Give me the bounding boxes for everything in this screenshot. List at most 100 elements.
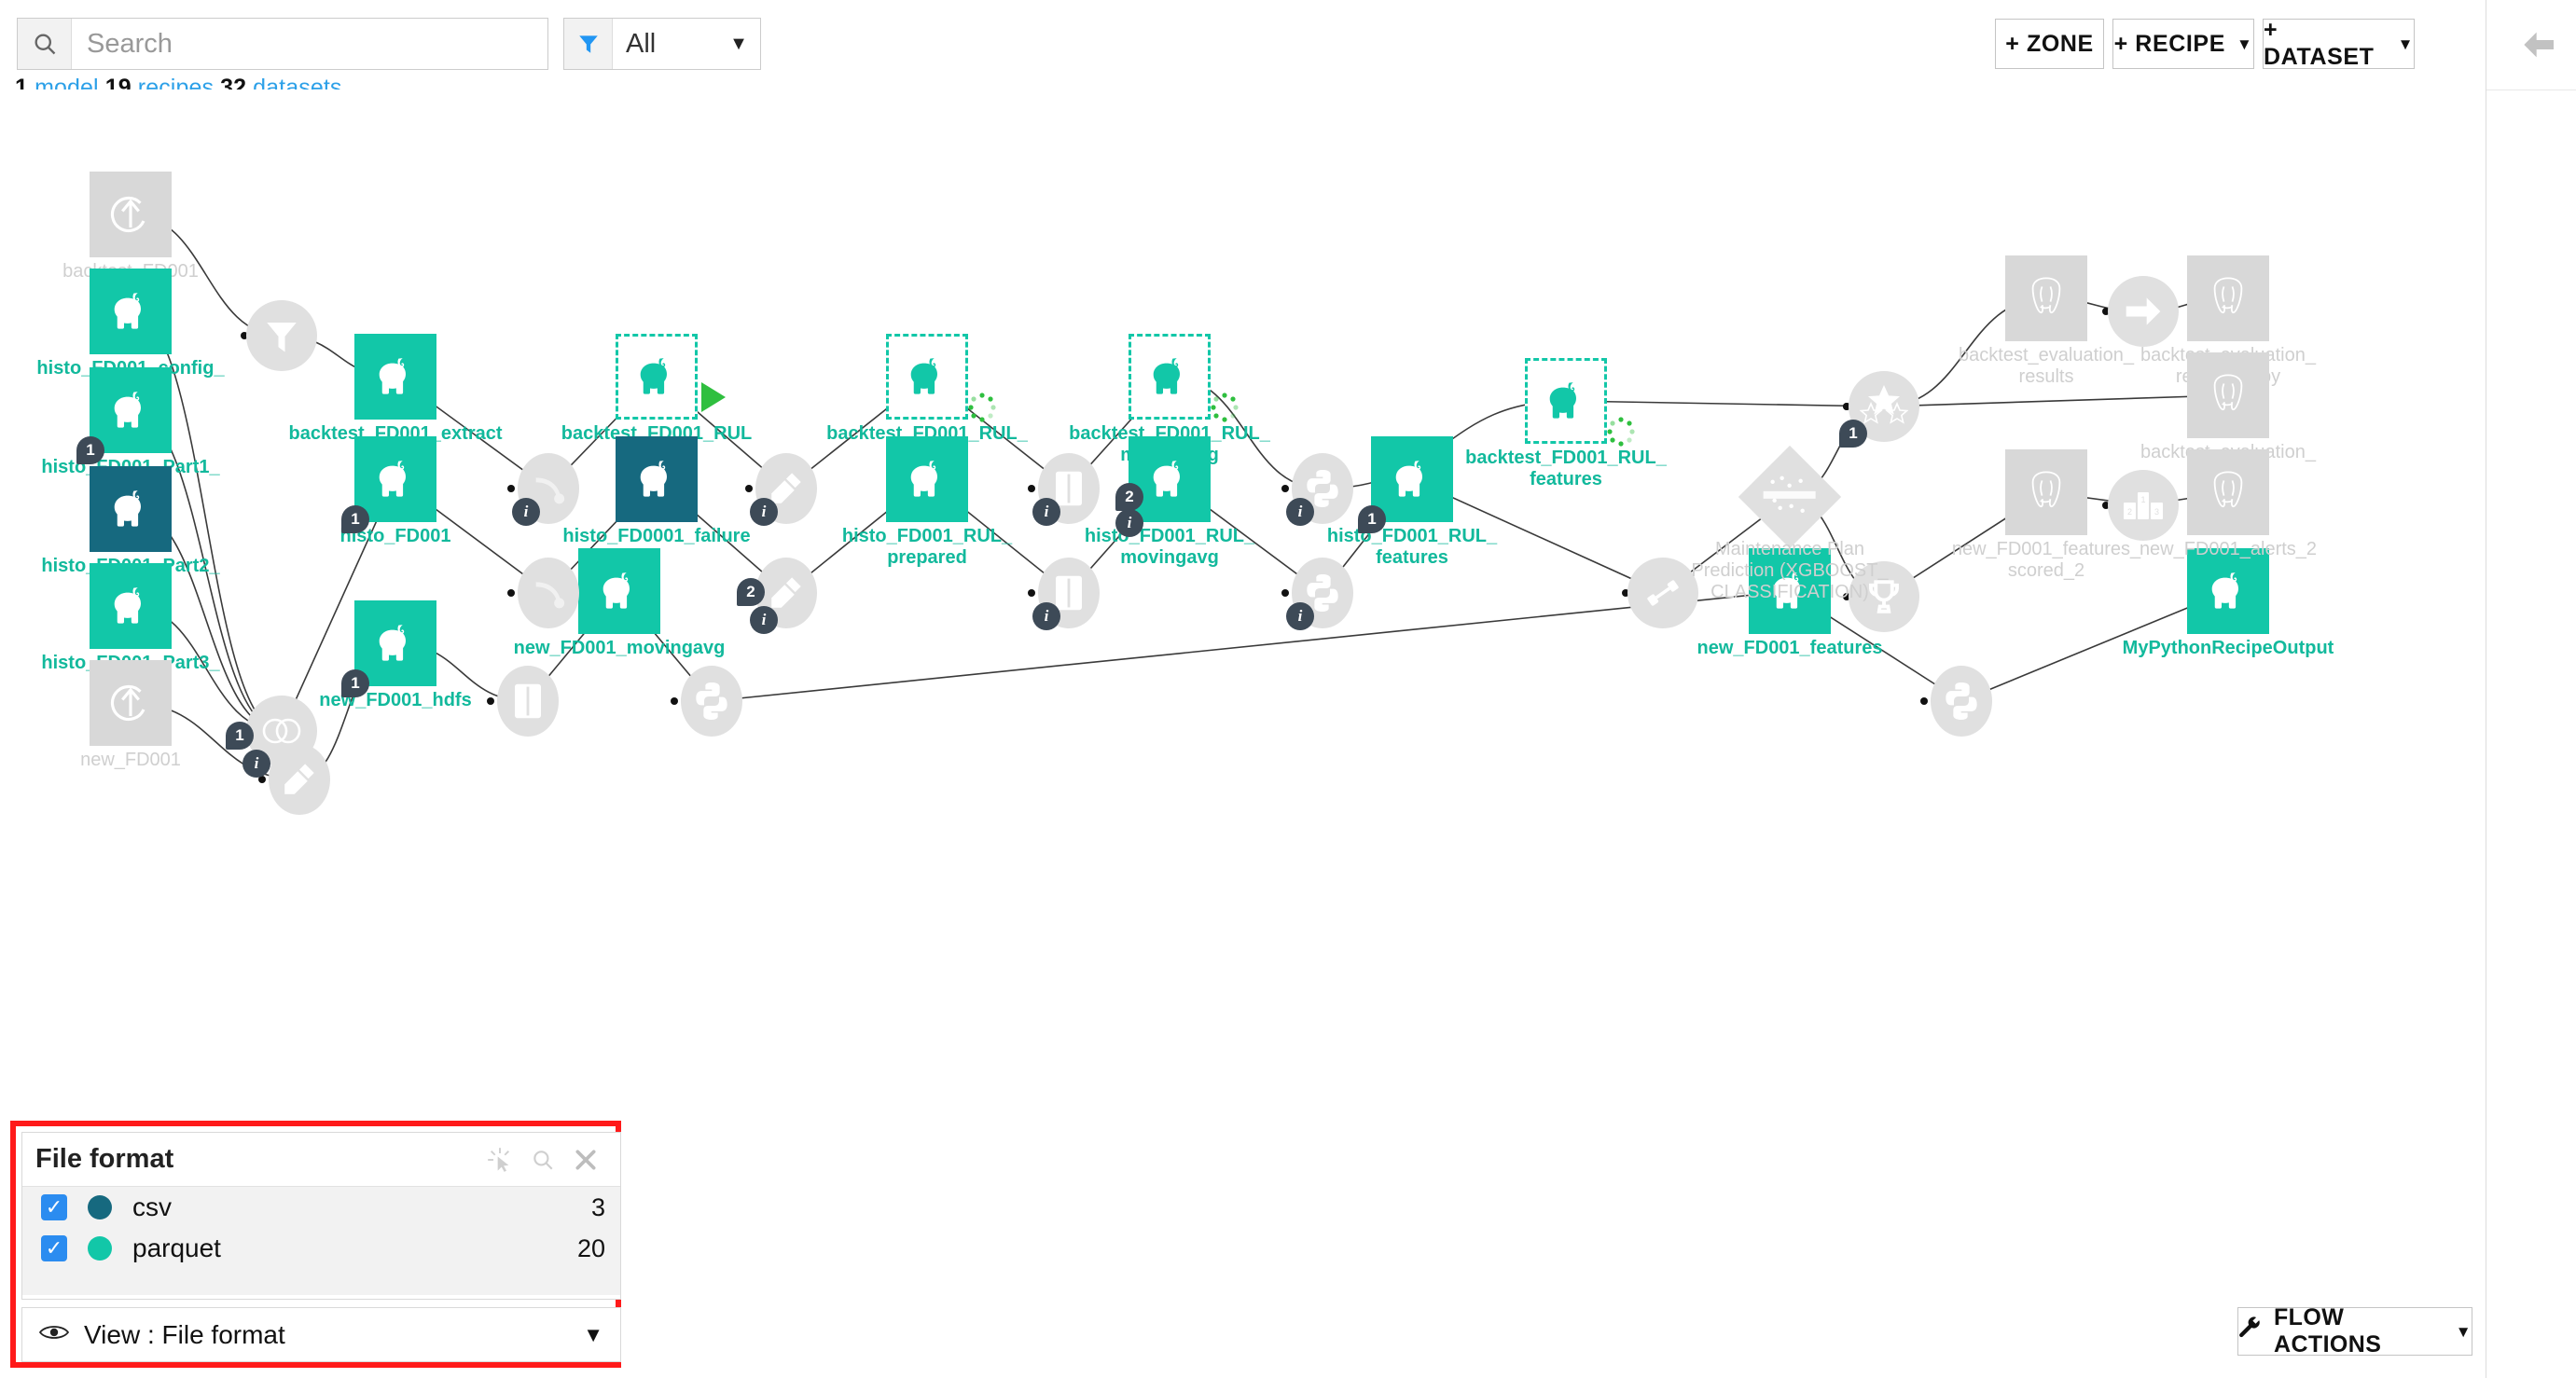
- filter-select[interactable]: All ▼: [563, 18, 761, 70]
- postgres-icon[interactable]: [2005, 449, 2087, 535]
- model-diamond-icon[interactable]: [1738, 445, 1842, 549]
- elephant-icon[interactable]: [578, 548, 660, 634]
- elephant-icon[interactable]: [1129, 334, 1211, 420]
- add-recipe-button[interactable]: + RECIPE ▼: [2112, 19, 2254, 69]
- postgres-icon[interactable]: [2187, 352, 2269, 438]
- dataset-node[interactable]: new_FD001_alerts_2: [2140, 449, 2317, 559]
- comment-badge[interactable]: 1: [1358, 505, 1386, 533]
- comment-badge[interactable]: 1: [341, 669, 369, 697]
- recipe-node[interactable]: [518, 558, 579, 628]
- dataset-node[interactable]: 1 new_FD001_hdfs: [319, 600, 472, 710]
- dataset-node[interactable]: backtest_evaluation_results_copy: [2140, 255, 2316, 387]
- view-selector[interactable]: View : File format ▼: [21, 1307, 621, 1362]
- recipe-node[interactable]: i: [1286, 558, 1353, 630]
- dataset-node[interactable]: backtest_evaluation_ results: [1959, 255, 2134, 387]
- postgres-icon[interactable]: [2187, 255, 2269, 341]
- dataset-node[interactable]: backtest_FD001_RUL_prepared: [826, 334, 1028, 465]
- recipe-node[interactable]: i: [512, 453, 579, 526]
- dataset-node[interactable]: backtest_FD001_RUL_movingavg: [1069, 334, 1270, 465]
- elephant-icon[interactable]: [886, 334, 968, 420]
- dataset-node[interactable]: 1 histo_FD001: [340, 436, 450, 546]
- elephant-icon[interactable]: [886, 436, 968, 522]
- recipe-node[interactable]: 2i: [737, 558, 817, 634]
- recipe-node[interactable]: [1627, 558, 1698, 628]
- recipe-node[interactable]: 1 2 3: [2108, 470, 2179, 541]
- dataset-node[interactable]: backtest_FD001_RUL_ features: [1465, 358, 1667, 489]
- info-badge[interactable]: i: [512, 498, 540, 526]
- dataset-node[interactable]: histo_FD0001_failure: [562, 436, 751, 546]
- sync-icon[interactable]: [518, 558, 579, 628]
- comment-badge[interactable]: 2: [1115, 483, 1143, 511]
- dataset-node[interactable]: histo_FD001_Part2_hdfs: [41, 466, 220, 598]
- elephant-icon[interactable]: [616, 436, 698, 522]
- comment-badge[interactable]: 2: [737, 578, 765, 606]
- recipe-node[interactable]: [497, 666, 559, 737]
- filter-funnel-icon[interactable]: [246, 300, 317, 371]
- elephant-icon[interactable]: [2187, 548, 2269, 634]
- recipe-node[interactable]: [1931, 666, 1992, 737]
- dataset-node[interactable]: histo_FD001_RUL_ prepared: [842, 436, 1012, 568]
- dataset-node[interactable]: backtest_FD001_extract: [288, 334, 503, 444]
- dataset-node[interactable]: histo_FD001_config_hdfs: [36, 269, 225, 400]
- run-play-icon[interactable]: [701, 382, 726, 412]
- recipe-node[interactable]: [681, 666, 742, 737]
- recipe-node[interactable]: i: [750, 453, 817, 526]
- recipe-node[interactable]: i: [1032, 558, 1100, 630]
- select-cursor-icon[interactable]: [478, 1139, 521, 1180]
- recipe-node[interactable]: i: [1286, 453, 1353, 526]
- add-dataset-button[interactable]: + DATASET ▼: [2263, 17, 2415, 70]
- python-icon[interactable]: [681, 666, 742, 737]
- dataset-node[interactable]: backtest_FD001: [62, 172, 199, 282]
- elephant-icon[interactable]: [90, 367, 172, 453]
- dataset-node[interactable]: backtest_evaluation_metrics: [2140, 352, 2316, 484]
- comment-badge[interactable]: 1: [341, 505, 369, 533]
- search-box[interactable]: [17, 18, 548, 70]
- train-icon[interactable]: [1627, 558, 1698, 628]
- upload-circle-icon[interactable]: [90, 172, 172, 257]
- info-badge[interactable]: i: [750, 498, 778, 526]
- elephant-icon[interactable]: [1371, 436, 1453, 522]
- search-icon[interactable]: [521, 1139, 564, 1180]
- elephant-icon[interactable]: [90, 269, 172, 354]
- python-icon[interactable]: [1931, 666, 1992, 737]
- file-format-row[interactable]: ✓ parquet 20: [22, 1228, 620, 1269]
- recipe-node[interactable]: [246, 300, 317, 371]
- info-badge[interactable]: i: [242, 750, 270, 778]
- arrow-left-icon[interactable]: [2518, 26, 2561, 63]
- dataset-node[interactable]: new_FD001: [80, 660, 181, 770]
- upload-circle-icon[interactable]: [90, 660, 172, 746]
- elephant-icon[interactable]: [616, 334, 698, 420]
- info-badge[interactable]: i: [1032, 602, 1060, 630]
- dataset-node[interactable]: 1 histo_FD001_RUL_ features: [1327, 436, 1497, 568]
- elephant-icon[interactable]: [1525, 358, 1607, 444]
- dataset-node[interactable]: backtest_FD001_RUL: [561, 334, 752, 444]
- info-badge[interactable]: i: [1115, 509, 1143, 537]
- search-input[interactable]: [72, 19, 547, 69]
- model-node[interactable]: Maintenance Plan Prediction (XGBOOST_ CLAS…: [1691, 445, 1889, 602]
- dataset-node[interactable]: histo_FD001_Part3_hdfs: [41, 563, 220, 695]
- recipe-node[interactable]: [269, 744, 330, 815]
- topn-podium-icon[interactable]: 1 2 3: [2108, 470, 2179, 541]
- recipe-node[interactable]: i: [1032, 453, 1100, 526]
- prepare-broom-icon[interactable]: [269, 744, 330, 815]
- export-arrow-icon[interactable]: [2108, 276, 2179, 347]
- postgres-icon[interactable]: [2187, 449, 2269, 535]
- elephant-icon[interactable]: [354, 334, 436, 420]
- elephant-icon[interactable]: [1129, 436, 1211, 522]
- elephant-icon[interactable]: [90, 466, 172, 552]
- comment-badge[interactable]: 1: [1839, 420, 1867, 448]
- dataset-node[interactable]: new_FD001_features_ scored_2: [1952, 449, 2140, 581]
- info-badge[interactable]: i: [1286, 498, 1314, 526]
- info-badge[interactable]: i: [1032, 498, 1060, 526]
- add-zone-button[interactable]: + ZONE: [1995, 19, 2104, 69]
- file-format-checkbox[interactable]: ✓: [41, 1194, 67, 1220]
- info-badge[interactable]: i: [750, 606, 778, 634]
- comment-badge[interactable]: 1: [76, 436, 104, 464]
- file-format-checkbox[interactable]: ✓: [41, 1235, 67, 1261]
- postgres-icon[interactable]: [2005, 255, 2087, 341]
- elephant-icon[interactable]: [354, 436, 436, 522]
- recipe-node[interactable]: 1: [1839, 371, 1919, 448]
- elephant-icon[interactable]: [90, 563, 172, 649]
- dataset-node[interactable]: 1histo_FD001_Part1_hdfs: [41, 367, 220, 499]
- dataset-node[interactable]: new_FD001_movingavg: [514, 548, 725, 658]
